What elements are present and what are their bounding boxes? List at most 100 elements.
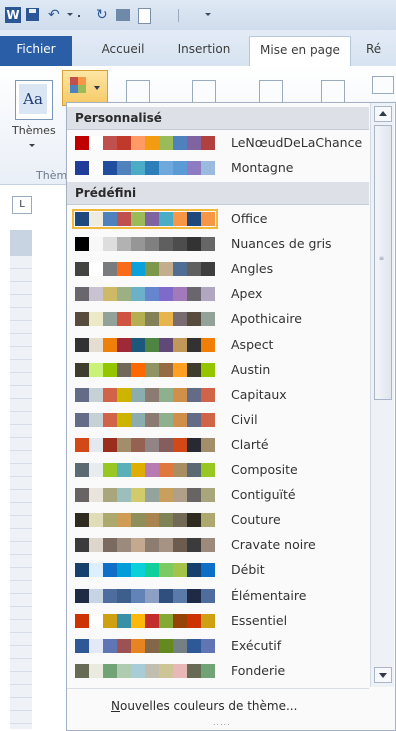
color-swatch (187, 337, 201, 352)
breaks-icon[interactable] (372, 76, 394, 94)
color-swatch (89, 513, 103, 528)
color-swatch (201, 136, 215, 150)
color-swatch (201, 287, 215, 302)
color-swatch (173, 613, 187, 628)
color-scheme-item[interactable]: Angles (67, 257, 369, 282)
themes-label[interactable]: Thèmes (12, 124, 56, 137)
scroll-thumb[interactable]: ≡ (374, 125, 392, 400)
color-swatch (75, 563, 89, 578)
section-header-custom: Personnalisé (67, 107, 369, 130)
tab-mise-en-page[interactable]: Mise en page (249, 36, 351, 67)
color-swatch (159, 638, 173, 653)
color-swatch (187, 663, 201, 678)
color-swatch (159, 287, 173, 302)
qat-divider (178, 9, 179, 22)
color-swatch (75, 638, 89, 653)
color-swatch (131, 488, 145, 503)
save-icon[interactable] (26, 8, 39, 21)
ribbon-tabs: Fichier Accueil Insertion Mise en page R… (0, 30, 396, 67)
color-swatch (159, 237, 173, 252)
page-icon[interactable] (138, 8, 151, 24)
color-scheme-item[interactable]: Fonderie (67, 659, 369, 684)
chevron-down-icon (94, 86, 100, 90)
themes-dropdown-icon[interactable] (29, 144, 35, 147)
redo-icon[interactable]: ↻ (96, 7, 110, 23)
color-scheme-name: Angles (231, 261, 274, 277)
color-scheme-name: Couture (231, 512, 281, 528)
menu-scrollbar[interactable]: ≡ (370, 103, 394, 687)
color-scheme-item[interactable]: Essentiel (67, 609, 369, 634)
color-swatch (173, 212, 187, 226)
color-swatch (187, 463, 201, 477)
color-scheme-item[interactable]: Montagne (67, 156, 369, 181)
color-scheme-name: Nuances de gris (231, 236, 332, 252)
theme-colors-menu: Personnalisé Prédéfini LeNœudDeLaChance M… (66, 102, 396, 731)
color-swatch (103, 312, 117, 327)
print-preview-icon[interactable] (116, 9, 130, 21)
theme-colors-button[interactable] (62, 70, 108, 106)
color-scheme-item[interactable]: Élémentaire (67, 584, 369, 609)
color-swatch-row (75, 136, 215, 150)
color-swatch (187, 237, 201, 252)
color-scheme-item[interactable]: Aspect (67, 333, 369, 358)
word-icon[interactable]: W (5, 7, 21, 23)
tab-insertion[interactable]: Insertion (166, 36, 242, 66)
color-swatch (117, 488, 131, 503)
color-swatch (145, 387, 159, 402)
undo-icon[interactable]: ↶ (48, 7, 62, 23)
themes-icon: Aa (19, 84, 47, 114)
color-swatch (145, 638, 159, 653)
color-swatch (159, 613, 173, 628)
tab-selector-button[interactable]: L (12, 196, 32, 214)
scroll-down-icon[interactable] (374, 667, 392, 683)
color-swatch (159, 488, 173, 503)
color-scheme-item[interactable]: Couture (67, 508, 369, 533)
color-swatch-row (75, 161, 215, 175)
undo-dropdown-icon[interactable] (67, 13, 73, 16)
color-swatch (117, 613, 131, 628)
resize-grip-icon[interactable]: ..... (213, 719, 233, 727)
color-scheme-item[interactable]: Capitaux (67, 383, 369, 408)
color-swatch (173, 638, 187, 653)
color-scheme-item[interactable]: Apothicaire (67, 307, 369, 332)
tab-fichier[interactable]: Fichier (0, 36, 72, 66)
color-swatch (117, 538, 131, 553)
color-scheme-item[interactable]: Austin (67, 358, 369, 383)
color-swatch-row (75, 237, 215, 252)
color-scheme-item[interactable]: Contiguïté (67, 483, 369, 508)
tab-accueil[interactable]: Accueil (88, 36, 158, 66)
color-swatch (89, 538, 103, 553)
themes-button[interactable]: Aa (15, 80, 53, 120)
color-swatch (187, 212, 201, 226)
color-scheme-item[interactable]: Clarté (67, 433, 369, 458)
color-scheme-item[interactable]: Débit (67, 558, 369, 583)
color-swatch (187, 287, 201, 302)
color-scheme-item[interactable]: Apex (67, 282, 369, 307)
color-scheme-name: Apothicaire (231, 311, 302, 327)
tab-references-partial[interactable]: Ré (366, 36, 396, 66)
theme-colors-list: Personnalisé Prédéfini LeNœudDeLaChance M… (67, 103, 369, 688)
color-swatch (187, 136, 201, 150)
color-scheme-item[interactable]: Exécutif (67, 634, 369, 659)
color-scheme-item[interactable]: Office (67, 207, 369, 232)
color-scheme-item[interactable]: Cravate noire (67, 533, 369, 558)
color-swatch (103, 613, 117, 628)
color-swatch (117, 663, 131, 678)
color-scheme-name: Composite (231, 462, 298, 477)
color-swatch (117, 387, 131, 402)
customize-arrow-icon[interactable] (205, 13, 211, 16)
color-scheme-item[interactable]: LeNœudDeLaChance (67, 131, 369, 156)
scroll-up-icon[interactable] (374, 106, 392, 122)
color-swatch (103, 412, 117, 427)
color-swatch (187, 437, 201, 452)
color-swatch (75, 663, 89, 678)
color-swatch (159, 337, 173, 352)
color-scheme-item[interactable]: Civil (67, 408, 369, 433)
color-swatch (89, 262, 103, 277)
color-swatch (187, 262, 201, 277)
new-theme-colors-item[interactable]: Nouvelles couleurs de thème... (111, 699, 297, 713)
color-scheme-item[interactable]: Composite (67, 458, 369, 483)
color-swatch (131, 362, 145, 377)
color-scheme-item[interactable]: Nuances de gris (67, 232, 369, 257)
color-swatch (89, 136, 103, 150)
